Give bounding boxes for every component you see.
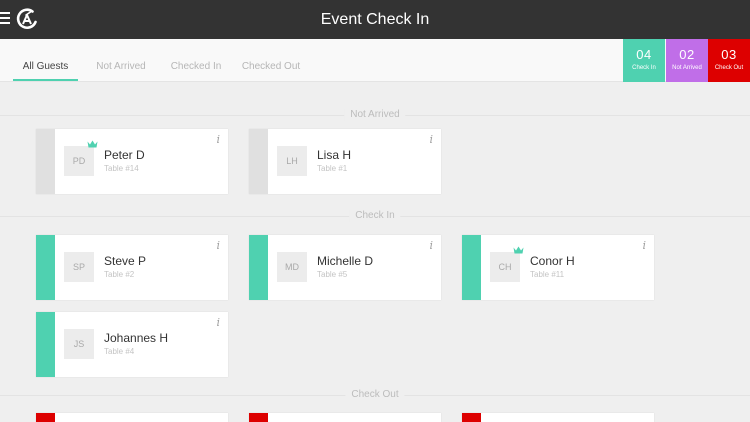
guest-card-partial[interactable]	[249, 413, 441, 422]
avatar: JS	[64, 329, 94, 359]
stat-not-arrived[interactable]: 02 Not Arrived	[666, 39, 708, 82]
tab-all-guests[interactable]: All Guests	[13, 39, 78, 82]
stat-check-out[interactable]: 03 Check Out	[708, 39, 750, 82]
stat-count: 04	[636, 47, 652, 62]
info-icon[interactable]: i	[216, 316, 220, 329]
info-icon[interactable]: i	[642, 239, 646, 252]
tab-checked-out[interactable]: Checked Out	[238, 39, 304, 82]
guest-card-johannes-h[interactable]: JS Johannes H Table #4 i	[36, 312, 228, 377]
avatar: PD	[64, 146, 94, 176]
status-bar	[36, 129, 55, 194]
status-bar	[36, 235, 55, 300]
tab-checked-in[interactable]: Checked In	[166, 39, 226, 82]
avatar: SP	[64, 252, 94, 282]
guest-card-michelle-d[interactable]: MD Michelle D Table #5 i	[249, 235, 441, 300]
stat-check-in[interactable]: 04 Check In	[623, 39, 665, 82]
guest-card-steve-p[interactable]: SP Steve P Table #2 i	[36, 235, 228, 300]
guest-card-lisa-h[interactable]: LH Lisa H Table #1 i	[249, 129, 441, 194]
guest-table: Table #2	[104, 270, 135, 279]
status-bar	[462, 235, 481, 300]
guest-table: Table #5	[317, 270, 348, 279]
avatar: MD	[277, 252, 307, 282]
top-bar: Event Check In	[0, 0, 750, 39]
guest-card-partial[interactable]	[462, 413, 654, 422]
avatar: CH	[490, 252, 520, 282]
guest-card-conor-h[interactable]: CH Conor H Table #11 i	[462, 235, 654, 300]
guest-table: Table #14	[104, 164, 139, 173]
guest-card-peter-d[interactable]: PD Peter D Table #14 i	[36, 129, 228, 194]
crown-icon	[513, 246, 524, 254]
guest-name: Conor H	[530, 254, 575, 268]
stat-label: Check In	[632, 65, 656, 71]
status-bar	[249, 235, 268, 300]
status-bar	[462, 413, 481, 422]
section-header-not-arrived: Not Arrived	[0, 109, 750, 121]
section-header-check-in: Check In	[0, 210, 750, 222]
guest-card-partial[interactable]	[36, 413, 228, 422]
section-title: Check Out	[345, 389, 405, 401]
status-bar	[36, 312, 55, 377]
guest-table: Table #11	[530, 270, 565, 279]
tab-not-arrived[interactable]: Not Arrived	[90, 39, 152, 82]
section-header-check-out: Check Out	[0, 389, 750, 401]
section-title: Check In	[349, 210, 401, 222]
status-bar	[249, 413, 268, 422]
guest-name: Johannes H	[104, 331, 169, 345]
guest-name: Steve P	[104, 254, 147, 268]
info-icon[interactable]: i	[429, 133, 433, 146]
guest-name: Michelle D	[317, 254, 374, 268]
info-icon[interactable]: i	[216, 239, 220, 252]
section-title: Not Arrived	[344, 109, 406, 121]
stat-label: Not Arrived	[672, 65, 702, 71]
status-bar	[36, 413, 55, 422]
info-icon[interactable]: i	[429, 239, 433, 252]
status-bar	[249, 129, 268, 194]
stat-label: Check Out	[714, 65, 744, 71]
page-title: Event Check In	[320, 11, 430, 28]
stat-count: 03	[721, 47, 737, 62]
crown-icon	[87, 140, 98, 148]
guest-table: Table #1	[317, 164, 348, 173]
guest-name: Peter D	[104, 148, 145, 162]
info-icon[interactable]: i	[216, 133, 220, 146]
avatar: LH	[277, 146, 307, 176]
guest-table: Table #4	[104, 347, 135, 356]
stat-count: 02	[679, 47, 695, 62]
guest-name: Lisa H	[317, 148, 352, 162]
